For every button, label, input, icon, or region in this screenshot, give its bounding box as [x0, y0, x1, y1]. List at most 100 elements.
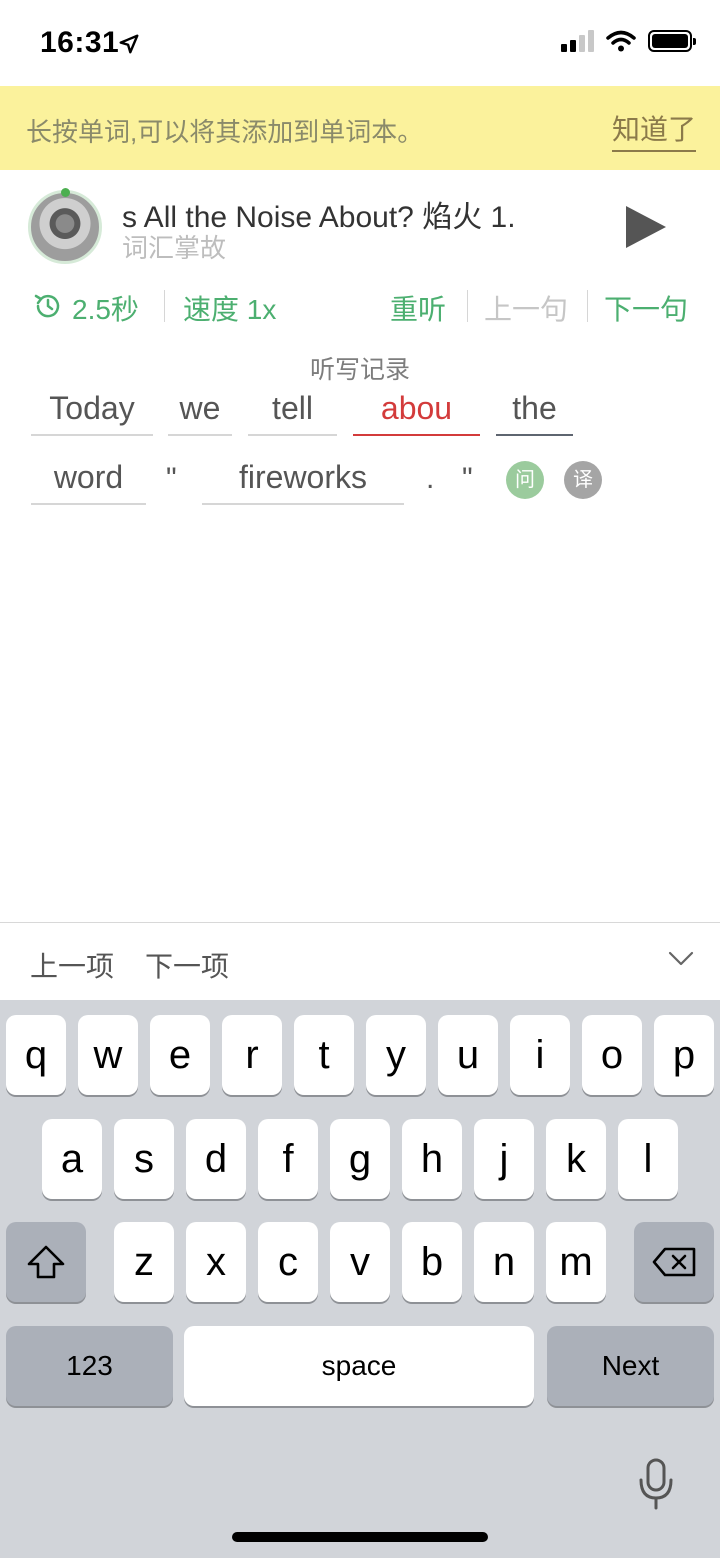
key-k[interactable]: k	[546, 1119, 606, 1199]
status-bar: 16:31	[0, 0, 720, 86]
key-n[interactable]: n	[474, 1222, 534, 1302]
key-k-label: k	[566, 1137, 586, 1181]
key-b-label: b	[420, 1240, 444, 1284]
divider	[164, 290, 165, 322]
key-v[interactable]: v	[330, 1222, 390, 1302]
word-input[interactable]: tell	[248, 388, 337, 436]
shift-icon	[27, 1245, 65, 1279]
word-input[interactable]: we	[168, 388, 232, 436]
track-subtitle: 词汇掌故	[122, 233, 227, 263]
key-f-label: f	[282, 1137, 294, 1181]
key-y-label: y	[386, 1033, 406, 1077]
status-indicators	[561, 30, 696, 52]
key-c[interactable]: c	[258, 1222, 318, 1302]
next-item-button[interactable]: 下一项	[145, 945, 229, 985]
key-d-label: d	[204, 1137, 228, 1181]
key-b[interactable]: b	[402, 1222, 462, 1302]
key-z[interactable]: z	[114, 1222, 174, 1302]
divider	[587, 290, 588, 322]
key-p-label: p	[672, 1033, 696, 1077]
key-l-label: l	[643, 1137, 653, 1181]
microphone-icon[interactable]	[638, 1458, 674, 1510]
word-input[interactable]: word	[31, 457, 146, 505]
prev-item-button[interactable]: 上一项	[30, 945, 114, 985]
key-c-label: c	[278, 1240, 298, 1284]
key-y[interactable]: y	[366, 1015, 426, 1095]
history-clock-icon	[34, 294, 60, 318]
album-cover[interactable]	[28, 190, 102, 264]
key-r[interactable]: r	[222, 1015, 282, 1095]
key-h-label: h	[420, 1137, 444, 1181]
word-input[interactable]: Today	[31, 388, 153, 436]
key-i-label: i	[535, 1033, 545, 1077]
key-m-label: m	[559, 1240, 593, 1284]
punctuation: "	[462, 462, 473, 495]
tip-banner: 长按单词,可以将其添加到单词本。 知道了	[0, 86, 720, 170]
numbers-key[interactable]: 123	[6, 1326, 173, 1406]
status-time: 16:31	[40, 26, 120, 59]
key-q[interactable]: q	[6, 1015, 66, 1095]
wifi-icon	[606, 30, 636, 52]
dismiss-tip-button[interactable]: 知道了	[611, 108, 696, 152]
chevron-down-icon[interactable]	[668, 945, 694, 971]
key-q-label: q	[24, 1033, 48, 1077]
backspace-key[interactable]	[634, 1222, 714, 1302]
word-input[interactable]: fireworks	[202, 457, 404, 505]
key-s-label: s	[134, 1137, 154, 1181]
key-e-label: e	[168, 1033, 192, 1077]
word-input-error[interactable]: abou	[353, 388, 480, 436]
next-key[interactable]: Next	[547, 1326, 714, 1406]
key-j[interactable]: j	[474, 1119, 534, 1199]
key-j-label: j	[499, 1137, 509, 1181]
key-h[interactable]: h	[402, 1119, 462, 1199]
word-input-active[interactable]: the	[496, 388, 573, 436]
next-sentence-button[interactable]: 下一句	[604, 288, 688, 328]
playback-controls: 2.5秒 速度 1x 重听 上一句 下一句	[0, 282, 720, 332]
key-o[interactable]: o	[582, 1015, 642, 1095]
keyboard-toolbar: 上一项 下一项	[0, 922, 720, 1000]
next-key-label: Next	[601, 1350, 660, 1381]
key-w[interactable]: w	[78, 1015, 138, 1095]
shift-key[interactable]	[6, 1222, 86, 1302]
play-icon[interactable]	[626, 206, 666, 248]
backspace-icon	[652, 1247, 696, 1277]
key-n-label: n	[492, 1240, 516, 1284]
key-o-label: o	[600, 1033, 624, 1077]
dictation-record-label[interactable]: 听写记录	[0, 350, 720, 386]
key-u-label: u	[456, 1033, 480, 1077]
key-p[interactable]: p	[654, 1015, 714, 1095]
key-g[interactable]: g	[330, 1119, 390, 1199]
key-a[interactable]: a	[42, 1119, 102, 1199]
interval-button[interactable]: 2.5秒	[72, 288, 139, 328]
prev-sentence-button[interactable]: 上一句	[484, 288, 568, 328]
key-e[interactable]: e	[150, 1015, 210, 1095]
status-dot	[61, 188, 70, 197]
ask-button[interactable]: 问	[506, 461, 544, 499]
key-v-label: v	[350, 1240, 370, 1284]
key-t[interactable]: t	[294, 1015, 354, 1095]
key-g-label: g	[348, 1137, 372, 1181]
punctuation: "	[166, 462, 177, 495]
key-t-label: t	[318, 1033, 330, 1077]
key-m[interactable]: m	[546, 1222, 606, 1302]
tip-text: 长按单词,可以将其添加到单词本。	[26, 117, 424, 147]
key-a-label: a	[60, 1137, 84, 1181]
cellular-signal-icon	[561, 30, 594, 52]
track-header: s All the Noise About? 焰火 1. 词汇掌故	[0, 170, 720, 270]
speed-button[interactable]: 速度 1x	[183, 288, 276, 328]
key-u[interactable]: u	[438, 1015, 498, 1095]
key-x[interactable]: x	[186, 1222, 246, 1302]
numbers-key-label: 123	[66, 1350, 113, 1381]
key-l[interactable]: l	[618, 1119, 678, 1199]
key-d[interactable]: d	[186, 1119, 246, 1199]
key-z-label: z	[134, 1240, 154, 1284]
translate-button[interactable]: 译	[564, 461, 602, 499]
key-f[interactable]: f	[258, 1119, 318, 1199]
home-indicator	[232, 1532, 488, 1542]
key-i[interactable]: i	[510, 1015, 570, 1095]
replay-button[interactable]: 重听	[390, 288, 446, 328]
key-w-label: w	[93, 1033, 123, 1077]
space-key[interactable]: space	[184, 1326, 534, 1406]
punctuation: .	[426, 462, 435, 495]
key-s[interactable]: s	[114, 1119, 174, 1199]
